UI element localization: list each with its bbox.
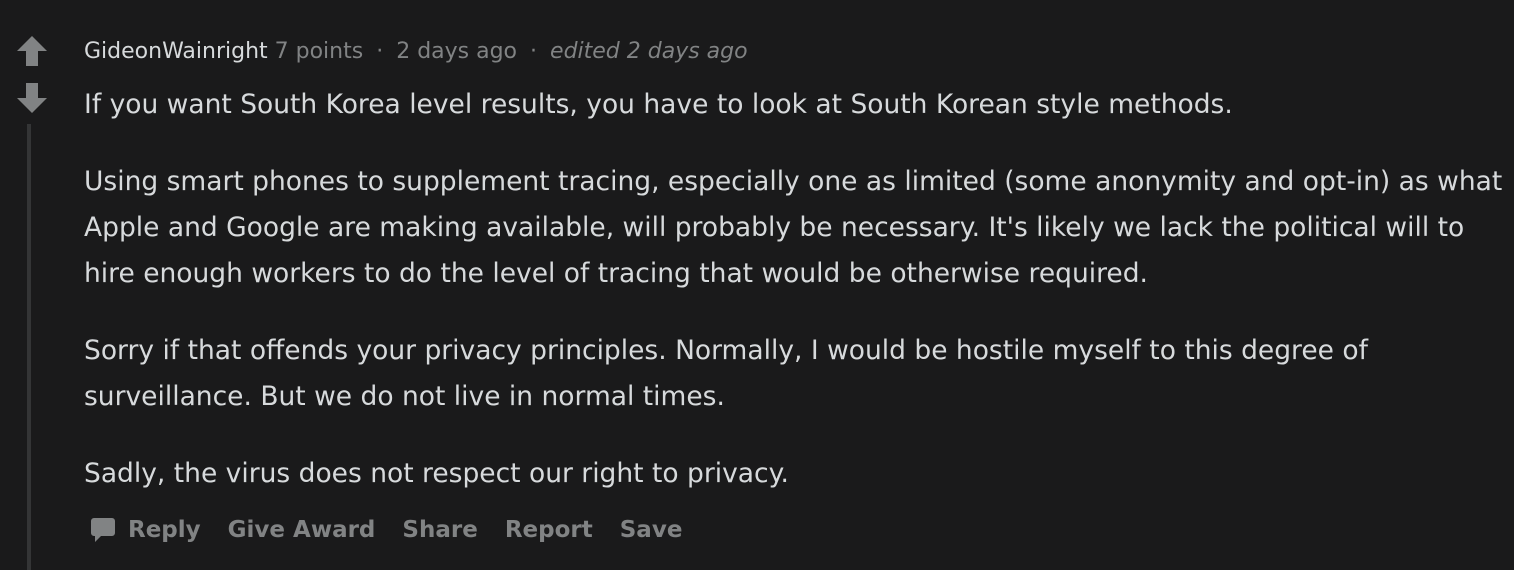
report-button[interactable]: Report <box>505 517 593 543</box>
comment-timestamp[interactable]: 2 days ago <box>396 39 517 64</box>
downvote-icon[interactable] <box>15 81 49 115</box>
comment-paragraph: Sorry if that offends your privacy princ… <box>84 335 1368 412</box>
thread-collapse-line[interactable] <box>27 124 31 570</box>
comment-author[interactable]: GideonWainright <box>84 39 268 64</box>
comment-body: If you want South Korea level results, y… <box>84 82 1504 528</box>
vote-column <box>0 0 64 570</box>
comment-paragraph: Sadly, the virus does not respect our ri… <box>84 458 789 489</box>
comment-actions: Reply Give Award Share Report Save <box>90 516 709 544</box>
meta-separator: · <box>376 39 384 64</box>
share-button[interactable]: Share <box>402 517 477 543</box>
comment-meta: GideonWainright 7 points · 2 days ago · … <box>84 36 748 68</box>
comment-edited-timestamp: edited 2 days ago <box>550 39 748 64</box>
comment-paragraph: If you want South Korea level results, y… <box>84 89 1233 120</box>
meta-separator: · <box>530 39 538 64</box>
give-award-button[interactable]: Give Award <box>228 517 376 543</box>
reply-label: Reply <box>128 517 201 543</box>
upvote-icon[interactable] <box>15 34 49 68</box>
comment-paragraph: Using smart phones to supplement tracing… <box>84 166 1503 289</box>
comment-points: 7 points <box>274 39 364 64</box>
reply-button[interactable]: Reply <box>90 516 201 544</box>
save-button[interactable]: Save <box>620 517 683 543</box>
speech-bubble-icon <box>91 518 115 542</box>
